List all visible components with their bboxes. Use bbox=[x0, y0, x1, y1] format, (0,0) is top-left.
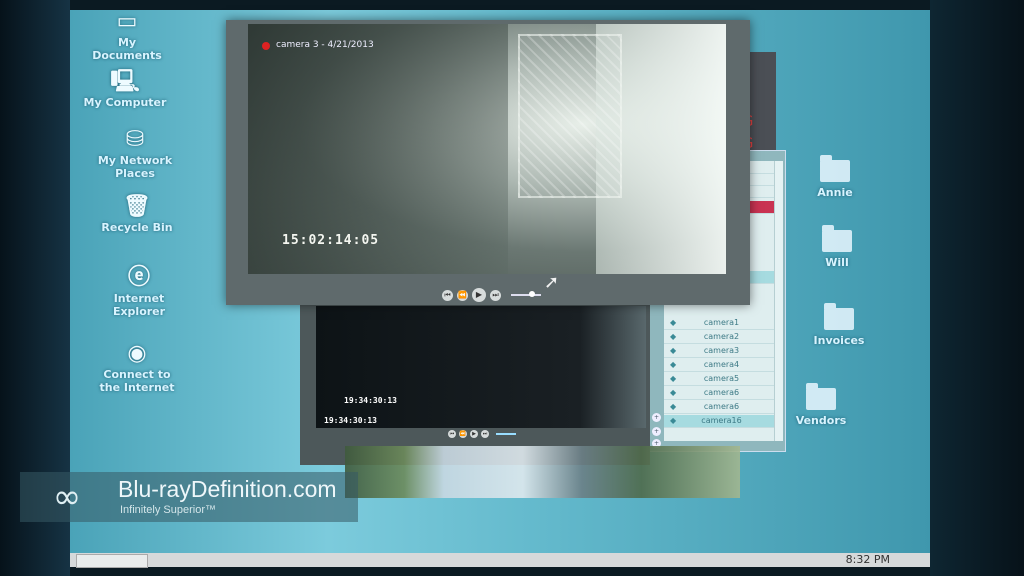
taskbar: 8:32 PM bbox=[70, 553, 930, 568]
camera-icon: ◆ bbox=[670, 332, 677, 341]
desktop-folder-invoices[interactable]: Invoices bbox=[794, 303, 884, 347]
my-documents-icon: ▭ bbox=[116, 10, 138, 34]
playback-controls: ⏮ ⏪ ▶ ⏭ bbox=[448, 430, 516, 438]
camera-timestamp: 19:34:30:13 bbox=[324, 416, 377, 425]
watermark-title: Blu-rayDefinition.com bbox=[118, 476, 337, 502]
list-item[interactable]: ◆ camera1 bbox=[664, 317, 779, 330]
watermark: ∞ Blu-rayDefinition.com Infinitely Super… bbox=[20, 472, 358, 522]
camera-feed-secondary: 19:34:30:13 bbox=[316, 306, 646, 428]
folder-icon bbox=[806, 383, 836, 410]
camera-icon: ◆ bbox=[670, 388, 677, 397]
network-places-icon: ⛁ bbox=[125, 127, 145, 152]
previous-icon[interactable]: ⏮ bbox=[448, 430, 456, 438]
camera-icon: ◆ bbox=[670, 402, 677, 411]
mouse-cursor-icon: ➚ bbox=[544, 272, 560, 293]
camera-window-secondary[interactable]: 19:34:30:13 19:34:30:13 ⏮ ⏪ ▶ ⏭ bbox=[300, 300, 650, 465]
camera-icon: ◆ bbox=[670, 346, 677, 355]
folder-icon bbox=[822, 225, 852, 252]
watermark-subtitle: Infinitely Superior™ bbox=[120, 504, 216, 516]
volume-slider[interactable] bbox=[496, 433, 516, 435]
start-button[interactable] bbox=[76, 554, 148, 568]
taskbar-clock: 8:32 PM bbox=[845, 553, 890, 566]
desktop-folder-will[interactable]: Will bbox=[792, 225, 882, 269]
recycle-bin-icon: 🗑 bbox=[123, 194, 151, 219]
list-item[interactable]: ◆ camera6 bbox=[664, 401, 779, 414]
folder-icon bbox=[820, 155, 850, 182]
next-icon[interactable]: ⏭ bbox=[481, 430, 489, 438]
play-icon[interactable]: ▶ bbox=[472, 288, 486, 302]
rewind-icon[interactable]: ⏪ bbox=[457, 289, 468, 301]
desktop-icon-internet-explorer[interactable]: ⓔ Internet Explorer bbox=[94, 265, 184, 319]
monitor-bezel-right bbox=[930, 0, 1024, 576]
list-scrollbar[interactable] bbox=[774, 161, 783, 441]
record-indicator-icon bbox=[262, 42, 270, 50]
folder-icon bbox=[824, 303, 854, 330]
list-item[interactable]: ◆ camera6 bbox=[664, 387, 779, 400]
list-item[interactable]: ◆ camera3 bbox=[664, 345, 779, 358]
list-item[interactable]: ◆ camera2 bbox=[664, 331, 779, 344]
add-icon[interactable]: + bbox=[652, 413, 661, 422]
desktop-folder-annie[interactable]: Annie bbox=[790, 155, 880, 199]
play-icon[interactable]: ▶ bbox=[470, 430, 478, 438]
camera-timestamp: 19:34:30:13 bbox=[344, 396, 397, 405]
camera-icon: ◆ bbox=[670, 416, 677, 425]
photo-thumbnail-strip[interactable] bbox=[345, 446, 740, 498]
list-item[interactable]: ◆ camera16 bbox=[664, 415, 779, 428]
add-icon[interactable]: + bbox=[652, 427, 661, 436]
camera-icon: ◆ bbox=[670, 374, 677, 383]
desktop-icon-network-places[interactable]: ⛁ My Network Places bbox=[90, 127, 180, 181]
desktop-icon-connect-internet[interactable]: ◉ Connect to the Internet bbox=[92, 341, 182, 395]
camera-timestamp: 15:02:14:05 bbox=[282, 233, 380, 248]
next-icon[interactable]: ⏭ bbox=[490, 289, 501, 301]
list-item[interactable]: ◆ camera4 bbox=[664, 359, 779, 372]
desktop-icon-recycle-bin[interactable]: 🗑 Recycle Bin bbox=[92, 194, 182, 235]
camera-icon: ◆ bbox=[670, 318, 677, 327]
infinity-logo-icon: ∞ bbox=[52, 477, 82, 517]
list-item[interactable]: ◆ camera5 bbox=[664, 373, 779, 386]
playback-controls: ⏮ ⏪ ▶ ⏭ bbox=[442, 288, 541, 302]
camera-icon: ◆ bbox=[670, 360, 677, 369]
desktop-icon-my-documents[interactable]: ▭ My Documents bbox=[82, 10, 172, 62]
my-computer-icon: 🖳 bbox=[110, 69, 140, 94]
camera-window-main[interactable]: camera 3 - 4/21/2013 15:02:14:05 ⏮ ⏪ ▶ ⏭… bbox=[226, 20, 750, 305]
volume-slider[interactable] bbox=[511, 291, 541, 297]
desktop-folder-vendors[interactable]: Vendors bbox=[776, 383, 866, 427]
camera-label: camera 3 - 4/21/2013 bbox=[276, 40, 374, 50]
connect-internet-icon: ◉ bbox=[127, 341, 147, 366]
rewind-icon[interactable]: ⏪ bbox=[459, 430, 467, 438]
internet-explorer-icon: ⓔ bbox=[127, 265, 150, 290]
desktop-icon-my-computer[interactable]: 🖳 My Computer bbox=[80, 69, 170, 110]
previous-icon[interactable]: ⏮ bbox=[442, 289, 453, 301]
